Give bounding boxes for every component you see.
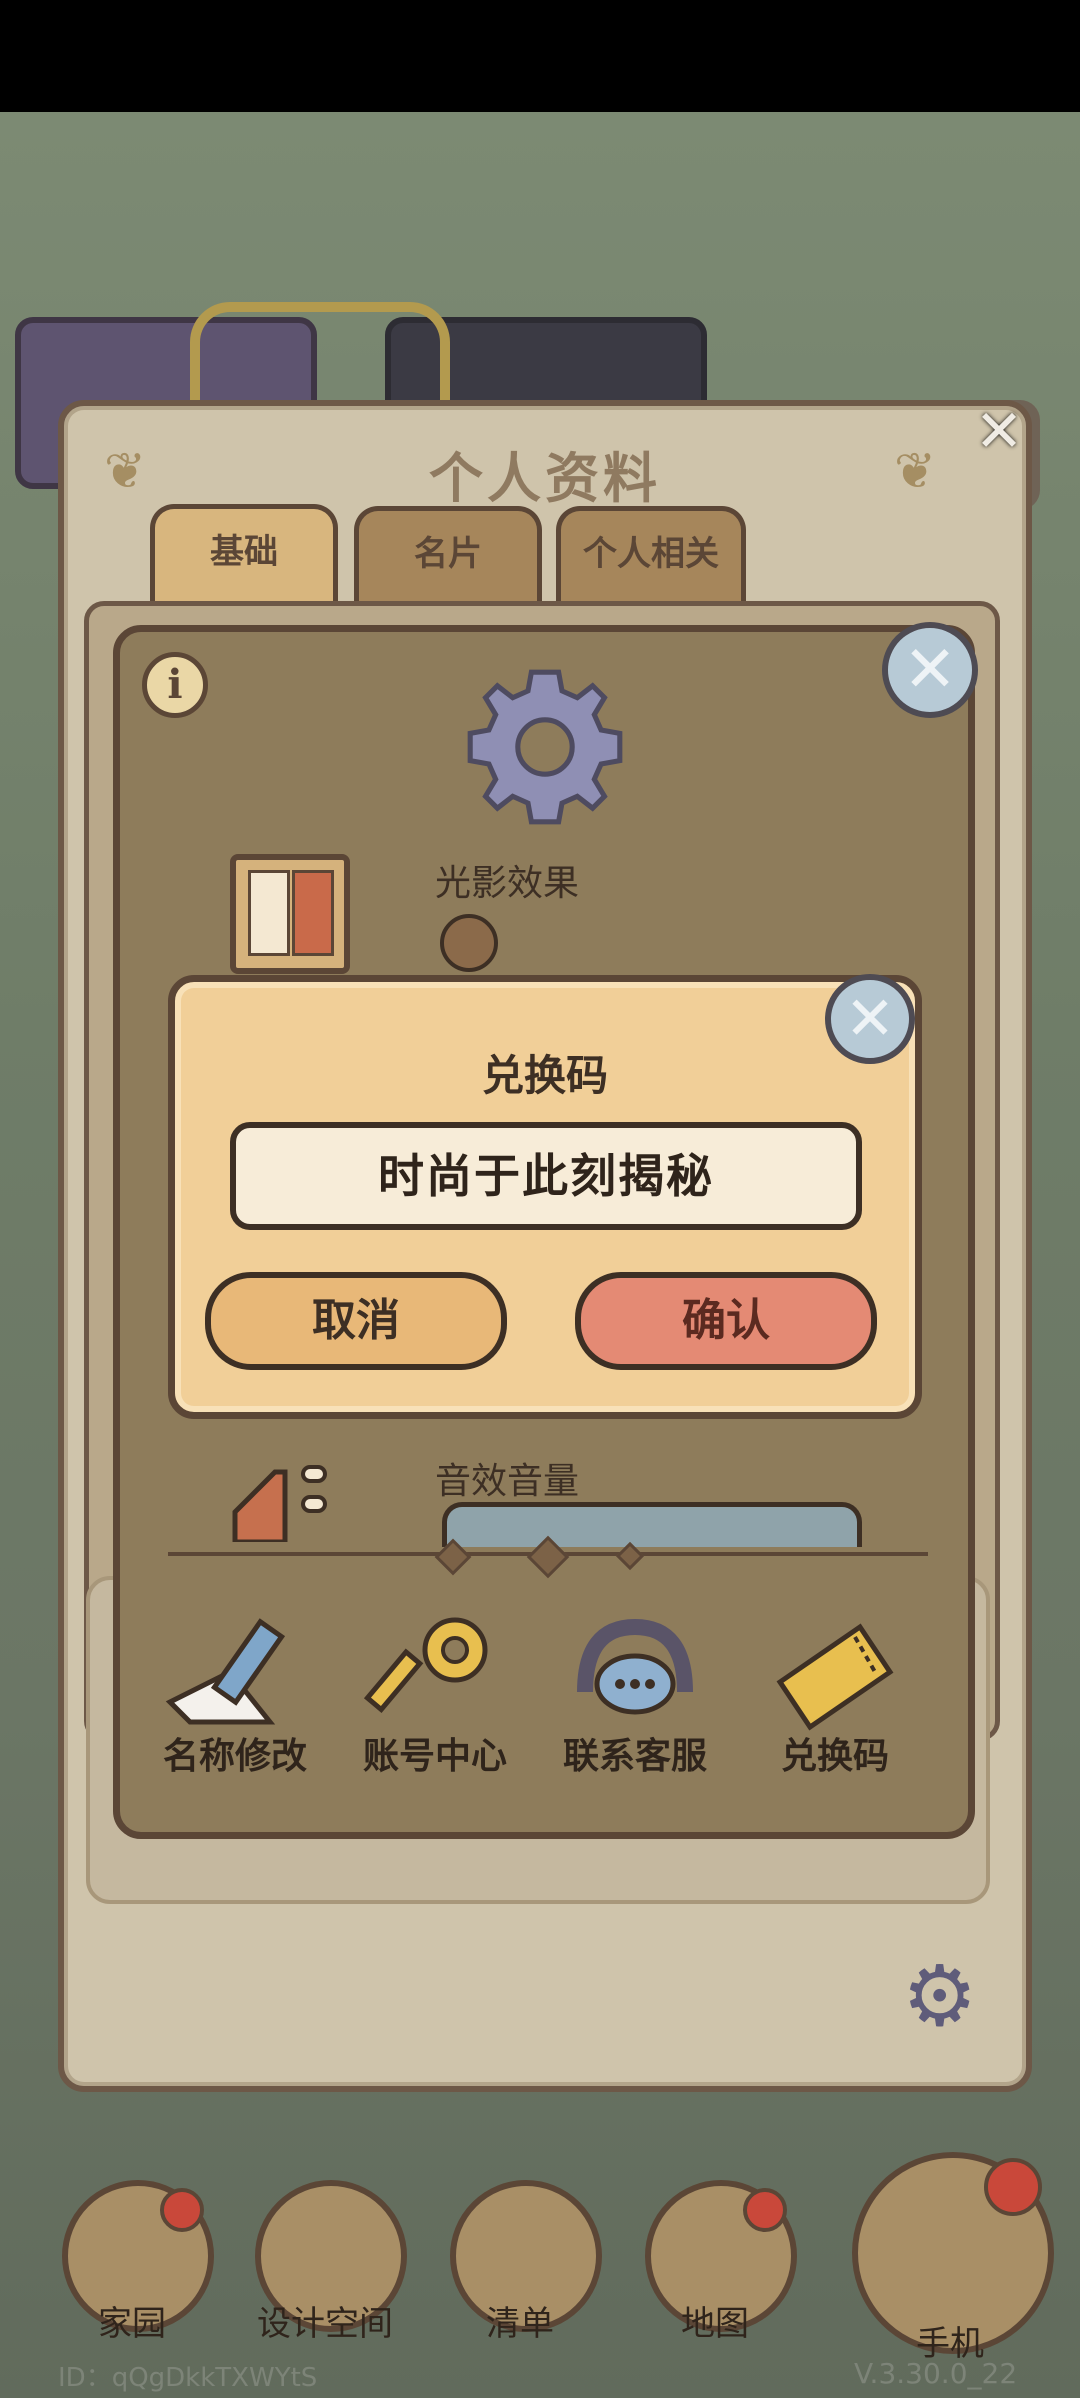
gear-icon xyxy=(467,669,623,825)
confirm-button[interactable]: 确认 xyxy=(575,1272,877,1370)
nav-label-home: 家园 xyxy=(98,2304,166,2344)
rename-label[interactable]: 名称修改 xyxy=(150,1727,320,1779)
tab-card[interactable]: 名片 xyxy=(354,506,542,601)
tab-personal[interactable]: 个人相关 xyxy=(556,506,746,601)
pencil-icon[interactable] xyxy=(160,1612,310,1732)
close-icon[interactable]: ✕ xyxy=(825,974,915,1064)
nav-label-checklist: 清单 xyxy=(486,2304,554,2344)
close-icon[interactable]: ✕ xyxy=(969,402,1029,462)
tab-basic[interactable]: 基础 xyxy=(150,504,338,609)
dialog-title: 兑换码 xyxy=(481,1051,608,1100)
notification-badge xyxy=(743,2188,787,2232)
game-scene: ❦ ❦ 个人资料 ✕ 基础 名片 个人相关 ⚙ i ✕ 光影效果 音效音量 名称… xyxy=(0,112,1080,2398)
version-label: V.3.30.0_22 xyxy=(854,2357,1018,2390)
account-center-label[interactable]: 账号中心 xyxy=(350,1727,520,1779)
sound-volume-slider[interactable] xyxy=(442,1502,862,1547)
redeem-code-label[interactable]: 兑换码 xyxy=(750,1727,920,1779)
info-icon[interactable]: i xyxy=(142,652,208,718)
notification-badge xyxy=(160,2188,204,2232)
nav-label-map: 地图 xyxy=(681,2304,749,2344)
ticket-icon[interactable] xyxy=(760,1612,910,1732)
gear-icon[interactable]: ⚙ xyxy=(902,1954,977,2038)
headset-icon[interactable] xyxy=(560,1612,710,1732)
shadow-effect-toggle[interactable] xyxy=(440,914,498,972)
customer-service-label[interactable]: 联系客服 xyxy=(550,1727,720,1779)
cancel-button[interactable]: 取消 xyxy=(205,1272,507,1370)
redeem-code-input[interactable]: 时尚于此刻揭秘 xyxy=(230,1122,862,1230)
redeem-code-dialog: 兑换码 时尚于此刻揭秘 取消 确认 ✕ xyxy=(168,974,922,1419)
notification-badge xyxy=(984,2158,1042,2216)
sound-volume-label: 音效音量 xyxy=(435,1461,580,1502)
speaker-icon xyxy=(232,1465,327,1542)
close-icon[interactable]: ✕ xyxy=(882,622,978,718)
window-shade-icon xyxy=(230,854,350,974)
status-bar xyxy=(0,0,1080,112)
panel-title: 个人资料 xyxy=(429,447,661,510)
key-icon[interactable] xyxy=(360,1612,510,1732)
shadow-effect-label: 光影效果 xyxy=(435,863,580,904)
player-id: ID：qQgDkkTXWYtS xyxy=(58,2363,318,2393)
nav-label-design-space: 设计空间 xyxy=(257,2304,393,2344)
